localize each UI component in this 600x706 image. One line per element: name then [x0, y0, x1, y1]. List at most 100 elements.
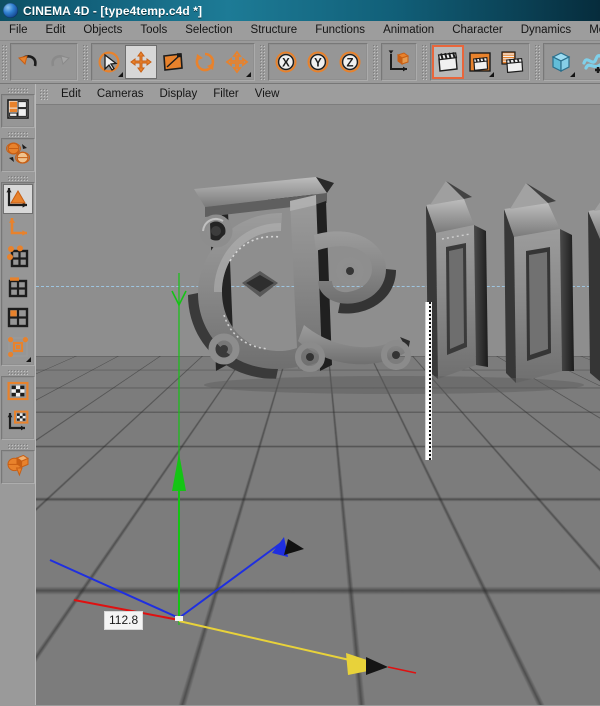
svg-text:Y: Y: [314, 58, 322, 70]
palette-button-workplane-objects[interactable]: [2, 452, 33, 482]
measurement-ruler: [425, 302, 432, 460]
live-selection-icon: [97, 50, 121, 74]
toolbar-grip-handle[interactable]: [1, 44, 8, 80]
palette-button-points-mode[interactable]: [2, 244, 33, 274]
toolbar-button-scale-tool[interactable]: [157, 45, 189, 79]
palette-group-workplane: [0, 450, 35, 484]
toolbar-button-move-tool[interactable]: [125, 45, 157, 79]
main-toolbar: X Y Z: [0, 41, 600, 84]
viewport-menu-filter[interactable]: Filter: [205, 86, 247, 103]
toolbar-button-free-transform[interactable]: [221, 45, 253, 79]
palette-grip-handle[interactable]: [6, 369, 29, 375]
rotate-tool-icon: [193, 50, 217, 74]
texture-axis-icon: [6, 409, 30, 438]
viewport-panel: Edit Cameras Display Filter View 112.8: [36, 84, 600, 705]
toolbar-group-tools: [91, 43, 255, 81]
menubar: File Edit Objects Tools Selection Structure Fu…: [0, 21, 600, 41]
submenu-triangle-icon[interactable]: [118, 72, 123, 77]
palette-group-texture: [0, 376, 35, 440]
window-titlebar: CINEMA 4D - [type4temp.c4d *]: [0, 0, 600, 21]
submenu-triangle-icon[interactable]: [570, 72, 575, 77]
menu-item-functions[interactable]: Functions: [306, 21, 374, 40]
toolbar-button-spline-pen[interactable]: [577, 45, 600, 79]
palette-button-texture-axis[interactable]: [2, 408, 33, 438]
menu-item-tools[interactable]: Tools: [131, 21, 176, 40]
toolbar-button-render-settings[interactable]: [496, 45, 528, 79]
menu-item-selection[interactable]: Selection: [176, 21, 241, 40]
toolbar-button-render-view-clapper[interactable]: [432, 45, 464, 79]
palette-button-model-mode[interactable]: [2, 184, 33, 214]
menu-item-file[interactable]: File: [0, 21, 37, 40]
c4d-sphere-icon: [3, 3, 18, 18]
left-tool-palette: [0, 84, 36, 705]
toolbar-group-create: [543, 43, 600, 81]
viewport-3d[interactable]: 112.8: [36, 105, 600, 705]
palette-group-make-editable: [0, 138, 35, 172]
texture-mode-icon: [6, 379, 30, 408]
render-picture-viewer-icon: [468, 50, 492, 74]
viewport-grip-handle[interactable]: [39, 87, 48, 101]
palette-grip-handle[interactable]: [6, 131, 29, 137]
viewport-menu-display[interactable]: Display: [151, 86, 205, 103]
toolbar-grip-handle[interactable]: [82, 44, 89, 80]
undo-arrow-icon: [16, 50, 40, 74]
palette-button-object-axis[interactable]: [2, 214, 33, 244]
toolbar-group-axis-locks: X Y Z: [268, 43, 368, 81]
horizon-line: [36, 286, 600, 287]
toolbar-button-undo-arrow[interactable]: [12, 45, 44, 79]
toolbar-button-rotate-tool[interactable]: [189, 45, 221, 79]
toolbar-button-cube-primitive[interactable]: [545, 45, 577, 79]
submenu-triangle-icon[interactable]: [489, 72, 494, 77]
menu-item-mograph[interactable]: MoGraph: [580, 21, 600, 40]
points-mode-icon: [6, 244, 30, 274]
toolbar-group-history: [10, 43, 78, 81]
toolbar-button-render-picture-viewer[interactable]: [464, 45, 496, 79]
menu-item-objects[interactable]: Objects: [74, 21, 131, 40]
polygons-mode-icon: [6, 305, 30, 334]
palette-button-make-editable-sphere[interactable]: [2, 140, 33, 170]
axis-z-icon: Z: [338, 50, 362, 74]
toolbar-grip-handle[interactable]: [259, 44, 266, 80]
palette-button-layout-grid[interactable]: [2, 96, 33, 126]
palette-group-modes: [0, 182, 35, 366]
menu-item-edit[interactable]: Edit: [37, 21, 75, 40]
palette-button-polygons-mode[interactable]: [2, 304, 33, 334]
toolbar-button-axis-z[interactable]: Z: [334, 45, 366, 79]
menu-item-animation[interactable]: Animation: [374, 21, 443, 40]
spline-pen-icon: [581, 50, 600, 74]
palette-button-texture-mode[interactable]: [2, 378, 33, 408]
toolbar-group-render: [430, 43, 530, 81]
palette-button-edges-mode[interactable]: [2, 274, 33, 304]
viewport-menu-view[interactable]: View: [247, 86, 288, 103]
toolbar-button-redo-arrow: [44, 45, 76, 79]
toolbar-button-live-selection[interactable]: [93, 45, 125, 79]
toolbar-button-world-axis-cube[interactable]: [383, 45, 415, 79]
window-title: CINEMA 4D - [type4temp.c4d *]: [23, 3, 203, 18]
toolbar-button-axis-y[interactable]: Y: [302, 45, 334, 79]
world-axis-cube-icon: [387, 50, 411, 74]
toolbar-grip-handle[interactable]: [421, 44, 428, 80]
render-view-clapper-icon: [436, 50, 460, 74]
menu-item-dynamics[interactable]: Dynamics: [512, 21, 580, 40]
palette-grip-handle[interactable]: [6, 175, 29, 181]
axis-y-icon: Y: [306, 50, 330, 74]
menu-item-character[interactable]: Character: [443, 21, 512, 40]
toolbar-grip-handle[interactable]: [372, 44, 379, 80]
model-mode-icon: [5, 185, 30, 214]
cube-primitive-icon: [549, 50, 573, 74]
viewport-menu-cameras[interactable]: Cameras: [89, 86, 152, 103]
submenu-triangle-icon[interactable]: [25, 357, 31, 362]
object-axis-icon: [6, 215, 30, 244]
toolbar-button-axis-x[interactable]: X: [270, 45, 302, 79]
render-settings-icon: [500, 50, 524, 74]
menu-item-structure[interactable]: Structure: [242, 21, 307, 40]
toolbar-group-coordinate-system: [381, 43, 417, 81]
toolbar-grip-handle[interactable]: [534, 44, 541, 80]
palette-grip-handle[interactable]: [6, 443, 29, 449]
redo-arrow-icon: [48, 50, 72, 74]
submenu-triangle-icon[interactable]: [246, 72, 251, 77]
palette-grip-handle[interactable]: [6, 87, 29, 93]
viewport-menu-edit[interactable]: Edit: [53, 86, 89, 103]
axis-x-icon: X: [274, 50, 298, 74]
palette-button-axis-modification[interactable]: [2, 334, 33, 364]
